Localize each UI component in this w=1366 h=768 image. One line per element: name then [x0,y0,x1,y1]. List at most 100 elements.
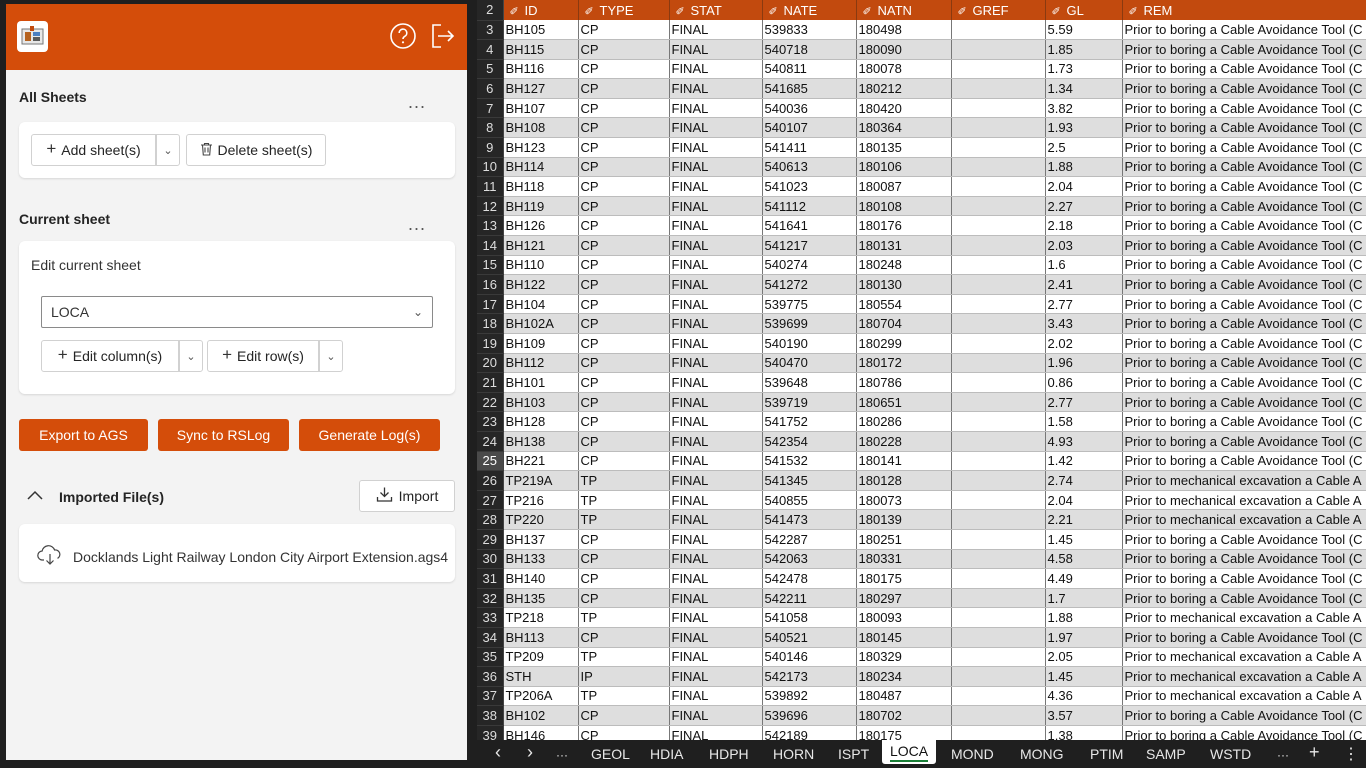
column-header-id[interactable]: ✐ ID [503,0,579,20]
cell-rem[interactable]: Prior to mechanical excavation a Cable A [1122,647,1366,668]
all-sheets-more-button[interactable]: ... [408,93,426,111]
cell-stat[interactable]: FINAL [669,98,763,119]
cell-gl[interactable]: 3.43 [1045,313,1123,334]
table-row[interactable]: 27 TP216 TP FINAL 540855 180073 2.04 Prior to m… [477,490,1366,511]
cell-rem[interactable]: Prior to boring a Cable Avoidance Tool (… [1122,20,1366,41]
cell-stat[interactable]: FINAL [669,666,763,687]
cell-gl[interactable]: 1.93 [1045,117,1123,139]
cell-type[interactable]: CP [578,39,670,60]
cell-gl[interactable]: 1.85 [1045,39,1123,60]
cell-nate[interactable]: 540146 [762,647,857,668]
cell-id[interactable]: BH107 [503,98,579,119]
cell-rem[interactable]: Prior to boring a Cable Avoidance Tool (… [1122,176,1366,197]
cell-stat[interactable]: FINAL [669,255,763,276]
cell-id[interactable]: BH102A [503,313,579,334]
cell-gl[interactable]: 1.73 [1045,59,1123,80]
cell-gref[interactable] [951,607,1046,628]
cell-stat[interactable]: FINAL [669,59,763,80]
cell-nate[interactable]: 542211 [762,588,857,609]
cell-rem[interactable]: Prior to boring a Cable Avoidance Tool (… [1122,353,1366,374]
cell-rem[interactable]: Prior to boring a Cable Avoidance Tool (… [1122,568,1366,589]
cell-id[interactable]: TP216 [503,490,579,511]
row-number[interactable]: 21 [477,372,504,393]
tab-mond[interactable]: MOND [951,746,994,762]
cell-nate[interactable]: 539719 [762,392,857,413]
cell-type[interactable]: CP [578,176,670,197]
cell-nate[interactable]: 542173 [762,666,857,687]
row-number[interactable]: 38 [477,705,504,726]
cell-id[interactable]: BH110 [503,255,579,276]
cell-id[interactable]: BH140 [503,568,579,589]
cell-gref[interactable] [951,529,1046,550]
cell-nate[interactable]: 541532 [762,451,857,472]
cell-gref[interactable] [951,157,1046,178]
cell-natn[interactable]: 180420 [856,98,952,119]
cell-rem[interactable]: Prior to boring a Cable Avoidance Tool (… [1122,705,1366,726]
cell-gref[interactable] [951,196,1046,217]
cell-natn[interactable]: 180175 [856,568,952,589]
cell-natn[interactable]: 180141 [856,451,952,472]
cell-gl[interactable]: 2.41 [1045,274,1123,295]
row-number[interactable]: 32 [477,588,504,609]
sign-out-icon[interactable] [427,21,457,51]
cell-natn[interactable]: 180078 [856,59,952,80]
cell-rem[interactable]: Prior to boring a Cable Avoidance Tool (… [1122,117,1366,139]
cell-type[interactable]: CP [578,353,670,374]
cell-stat[interactable]: FINAL [669,78,763,99]
cell-natn[interactable]: 180108 [856,196,952,217]
cell-stat[interactable]: FINAL [669,705,763,726]
cell-nate[interactable]: 541217 [762,235,857,256]
cell-rem[interactable]: Prior to boring a Cable Avoidance Tool (… [1122,78,1366,99]
cell-id[interactable]: BH108 [503,117,579,139]
cell-id[interactable]: BH138 [503,431,579,452]
cell-stat[interactable]: FINAL [669,451,763,472]
table-row[interactable]: 17 BH104 CP FINAL 539775 180554 2.77 Prior to b… [477,294,1366,315]
cell-natn[interactable]: 180702 [856,705,952,726]
cell-stat[interactable]: FINAL [669,588,763,609]
cell-gl[interactable]: 2.04 [1045,490,1123,511]
cell-stat[interactable]: FINAL [669,235,763,256]
cell-gl[interactable]: 2.03 [1045,235,1123,256]
row-number[interactable]: 14 [477,235,504,256]
row-number[interactable]: 29 [477,529,504,550]
cell-gl[interactable]: 3.82 [1045,98,1123,119]
cell-type[interactable]: IP [578,666,670,687]
cell-nate[interactable]: 541058 [762,607,857,628]
cell-gref[interactable] [951,78,1046,99]
cell-rem[interactable]: Prior to mechanical excavation a Cable A [1122,607,1366,628]
row-number[interactable]: 13 [477,215,504,237]
row-number[interactable]: 26 [477,470,504,491]
cell-nate[interactable]: 540811 [762,59,857,80]
cell-gref[interactable] [951,411,1046,432]
cell-id[interactable]: BH115 [503,39,579,60]
cell-rem[interactable]: Prior to boring a Cable Avoidance Tool (… [1122,255,1366,276]
table-row[interactable]: 11 BH118 CP FINAL 541023 180087 2.04 Prior to b… [477,176,1366,197]
cell-gl[interactable]: 1.58 [1045,411,1123,432]
cell-rem[interactable]: Prior to boring a Cable Avoidance Tool (… [1122,372,1366,393]
scroll-tabs-left-button[interactable]: ‹ [495,742,501,763]
cell-id[interactable]: BH121 [503,235,579,256]
row-number[interactable]: 6 [477,78,504,99]
table-row[interactable]: 37 TP206A TP FINAL 539892 180487 4.36 Prior to … [477,686,1366,707]
imported-file-card[interactable]: Docklands Light Railway London City Airp… [19,524,455,582]
table-row[interactable]: 34 BH113 CP FINAL 540521 180145 1.97 Prior to b… [477,627,1366,648]
cell-nate[interactable]: 540470 [762,353,857,374]
cell-stat[interactable]: FINAL [669,333,763,354]
cell-nate[interactable]: 539699 [762,313,857,334]
cell-natn[interactable]: 180331 [856,549,952,570]
generate-logs-button[interactable]: Generate Log(s) [299,419,440,451]
cell-nate[interactable]: 541685 [762,78,857,99]
row-number[interactable]: 16 [477,274,504,295]
table-row[interactable]: 6 BH127 CP FINAL 541685 180212 1.34 Prior to bo… [477,78,1366,99]
cell-stat[interactable]: FINAL [669,196,763,217]
cell-id[interactable]: BH103 [503,392,579,413]
cell-gref[interactable] [951,98,1046,119]
cell-rem[interactable]: Prior to boring a Cable Avoidance Tool (… [1122,294,1366,315]
edit-columns-button[interactable]: + Edit column(s) [41,340,179,372]
cell-natn[interactable]: 180286 [856,411,952,432]
table-row[interactable]: 39 BH146 CP FINAL 542189 180175 1.38 Prior to b… [477,725,1366,740]
cell-rem[interactable]: Prior to boring a Cable Avoidance Tool (… [1122,215,1366,237]
scroll-tabs-right-button[interactable]: › [527,742,533,763]
cell-gref[interactable] [951,431,1046,452]
cell-stat[interactable]: FINAL [669,137,763,158]
